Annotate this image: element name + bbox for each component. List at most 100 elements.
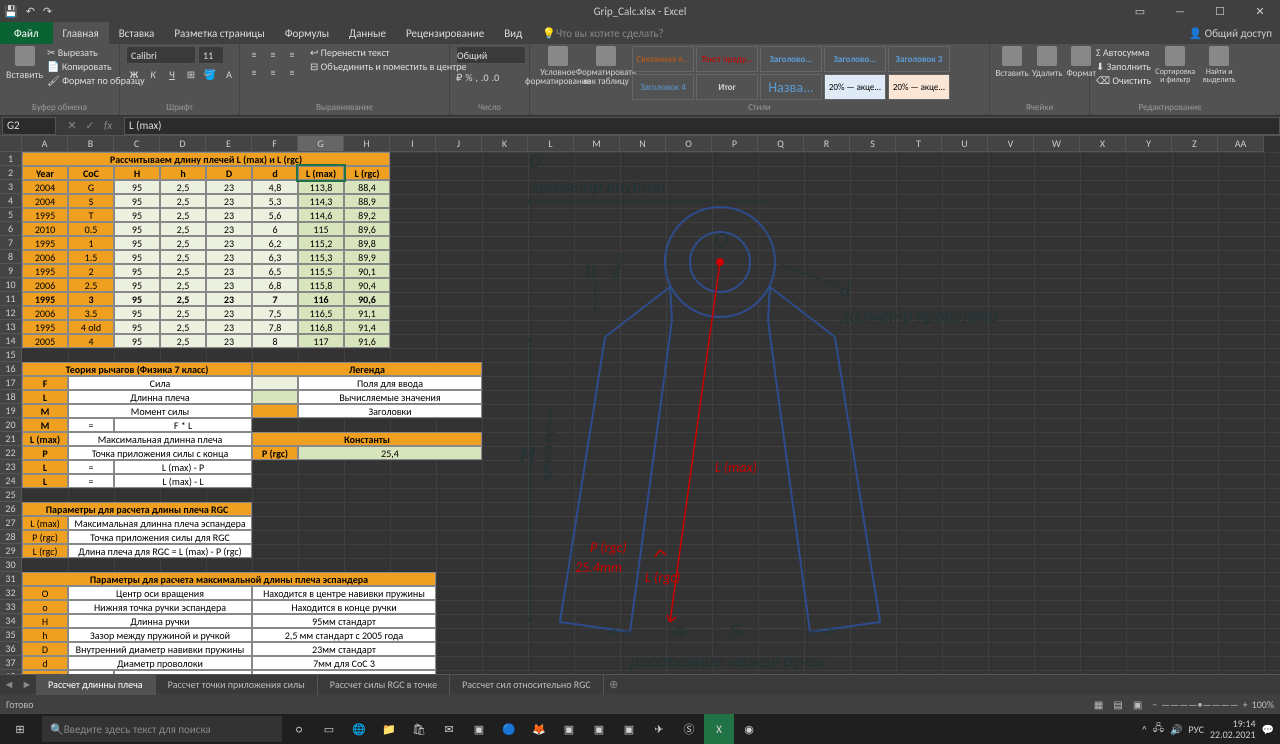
table-cell[interactable]: 23	[206, 236, 252, 250]
table-cell[interactable]: 88,9	[344, 194, 390, 208]
exp-sym[interactable]: h	[22, 628, 68, 642]
currency-icon[interactable]: ₽	[456, 71, 462, 84]
view-break-icon[interactable]: ▣	[1133, 698, 1142, 711]
table-cell[interactable]: 6	[252, 222, 298, 236]
col-header-F[interactable]: F	[252, 136, 298, 152]
table-cell[interactable]: 5,3	[252, 194, 298, 208]
table-cell[interactable]: 2,5	[160, 194, 206, 208]
col-header-I[interactable]: I	[390, 136, 436, 152]
table-cell[interactable]: 95	[114, 208, 160, 222]
task-edge[interactable]: 🌐	[344, 714, 374, 744]
col-header-N[interactable]: N	[620, 136, 666, 152]
table-cell[interactable]: 2.5	[68, 278, 114, 292]
theory-desc[interactable]: Сила	[68, 376, 252, 390]
table-cell[interactable]: 116,8	[298, 320, 344, 334]
table-cell[interactable]: 2,5	[160, 334, 206, 348]
row-header-6[interactable]: 6	[0, 222, 22, 236]
col-header-S[interactable]: S	[850, 136, 896, 152]
table-cell[interactable]: 95	[114, 320, 160, 334]
row-header-32[interactable]: 32	[0, 586, 22, 600]
align-top-icon[interactable]: ≡	[246, 46, 262, 62]
row-header-13[interactable]: 13	[0, 320, 22, 334]
add-sheet-button[interactable]: ⊕	[604, 678, 624, 691]
table-cell[interactable]: 115	[298, 222, 344, 236]
row-header-34[interactable]: 34	[0, 614, 22, 628]
exp-note[interactable]: 7мм для CoC 3	[252, 656, 436, 670]
table-cell[interactable]: 114,6	[298, 208, 344, 222]
tray-volume-icon[interactable]: 🔊	[1170, 723, 1182, 736]
table-cell[interactable]: 2006	[22, 278, 68, 292]
align-center-icon[interactable]: ≡	[265, 64, 281, 80]
dec-decimal-icon[interactable]: .0	[492, 71, 500, 84]
sheet-tab-3[interactable]: Рассчет силы RGC в точке	[318, 675, 450, 695]
table-cell[interactable]: 23	[206, 278, 252, 292]
legend-hdr-swatch[interactable]	[252, 404, 298, 418]
cond-format-button[interactable]: Условное форматирование	[536, 46, 580, 86]
align-right-icon[interactable]: ≡	[284, 64, 300, 80]
table-cell[interactable]: 23	[206, 320, 252, 334]
table-cell[interactable]: 23	[206, 222, 252, 236]
tray-expand-icon[interactable]: ^	[1142, 723, 1147, 736]
task-view[interactable]: ▭	[314, 714, 344, 744]
style-h1[interactable]: Заголово...	[760, 46, 822, 72]
row-header-17[interactable]: 17	[0, 376, 22, 390]
bold-button[interactable]: Ж	[126, 66, 142, 82]
table-cell[interactable]: 95	[114, 278, 160, 292]
col-header-W[interactable]: W	[1034, 136, 1080, 152]
table-header[interactable]: CoC	[68, 166, 114, 180]
find-select-button[interactable]: Найти и выделить	[1199, 46, 1239, 84]
cancel-edit-icon[interactable]: ✕	[64, 118, 80, 134]
row-header-28[interactable]: 28	[0, 530, 22, 544]
table-cell[interactable]: 2,5	[160, 236, 206, 250]
theory-desc[interactable]: Максимальная длинна плеча	[68, 432, 252, 446]
table-cell[interactable]: 90,6	[344, 292, 390, 306]
table-cell[interactable]: 2010	[22, 222, 68, 236]
exp-expr[interactable]: H + h + D/2 + d	[114, 670, 252, 674]
col-header-U[interactable]: U	[942, 136, 988, 152]
tray-date[interactable]: 22.02.2021	[1210, 729, 1256, 740]
table-cell[interactable]: 1	[68, 236, 114, 250]
task-mail[interactable]: ✉	[434, 714, 464, 744]
table-cell[interactable]: 2,5	[160, 222, 206, 236]
col-header-M[interactable]: M	[574, 136, 620, 152]
confirm-edit-icon[interactable]: ✓	[82, 118, 98, 134]
exp-desc[interactable]: Внутренний диаметр навивки пружины	[68, 642, 252, 656]
sheet-prev-icon[interactable]: ◄	[0, 676, 18, 694]
table-header[interactable]: H	[114, 166, 160, 180]
percent-icon[interactable]: %	[465, 71, 472, 84]
theory-desc[interactable]: Длинна плеча	[68, 390, 252, 404]
col-header-T[interactable]: T	[896, 136, 942, 152]
table-cell[interactable]: 2,5	[160, 208, 206, 222]
table-cell[interactable]: 116,5	[298, 306, 344, 320]
row-header-19[interactable]: 19	[0, 404, 22, 418]
theory-sym[interactable]: L	[22, 474, 68, 488]
table-header[interactable]: L (max)	[298, 166, 344, 180]
table-cell[interactable]: 23	[206, 292, 252, 306]
row-header-11[interactable]: 11	[0, 292, 22, 306]
rgc-sym[interactable]: L (max)	[22, 516, 68, 530]
row-header-14[interactable]: 14	[0, 334, 22, 348]
col-header-Q[interactable]: Q	[758, 136, 804, 152]
legend-input-swatch[interactable]	[252, 376, 298, 390]
table-cell[interactable]: 89,8	[344, 236, 390, 250]
table-cell[interactable]: 117	[298, 334, 344, 348]
table-cell[interactable]: 89,9	[344, 250, 390, 264]
col-header-Y[interactable]: Y	[1126, 136, 1172, 152]
sheet-tab-4[interactable]: Рассчет сил относительно RGC	[450, 675, 604, 695]
table-cell[interactable]: 7,8	[252, 320, 298, 334]
table-cell[interactable]: 1995	[22, 264, 68, 278]
table-cell[interactable]: 6,3	[252, 250, 298, 264]
table-cell[interactable]: 23	[206, 250, 252, 264]
table-cell[interactable]: 2004	[22, 194, 68, 208]
table-cell[interactable]: 2,5	[160, 278, 206, 292]
tab-data[interactable]: Данные	[339, 22, 396, 44]
col-header-AA[interactable]: AA	[1218, 136, 1264, 152]
row-header-35[interactable]: 35	[0, 628, 22, 642]
redo-icon[interactable]: ↷	[43, 5, 52, 18]
table-cell[interactable]: 89,2	[344, 208, 390, 222]
file-tab[interactable]: Файл	[0, 22, 53, 44]
table-cell[interactable]: G	[68, 180, 114, 194]
formula-input[interactable]	[124, 117, 1280, 135]
row-header-8[interactable]: 8	[0, 250, 22, 264]
name-box[interactable]	[2, 117, 56, 135]
